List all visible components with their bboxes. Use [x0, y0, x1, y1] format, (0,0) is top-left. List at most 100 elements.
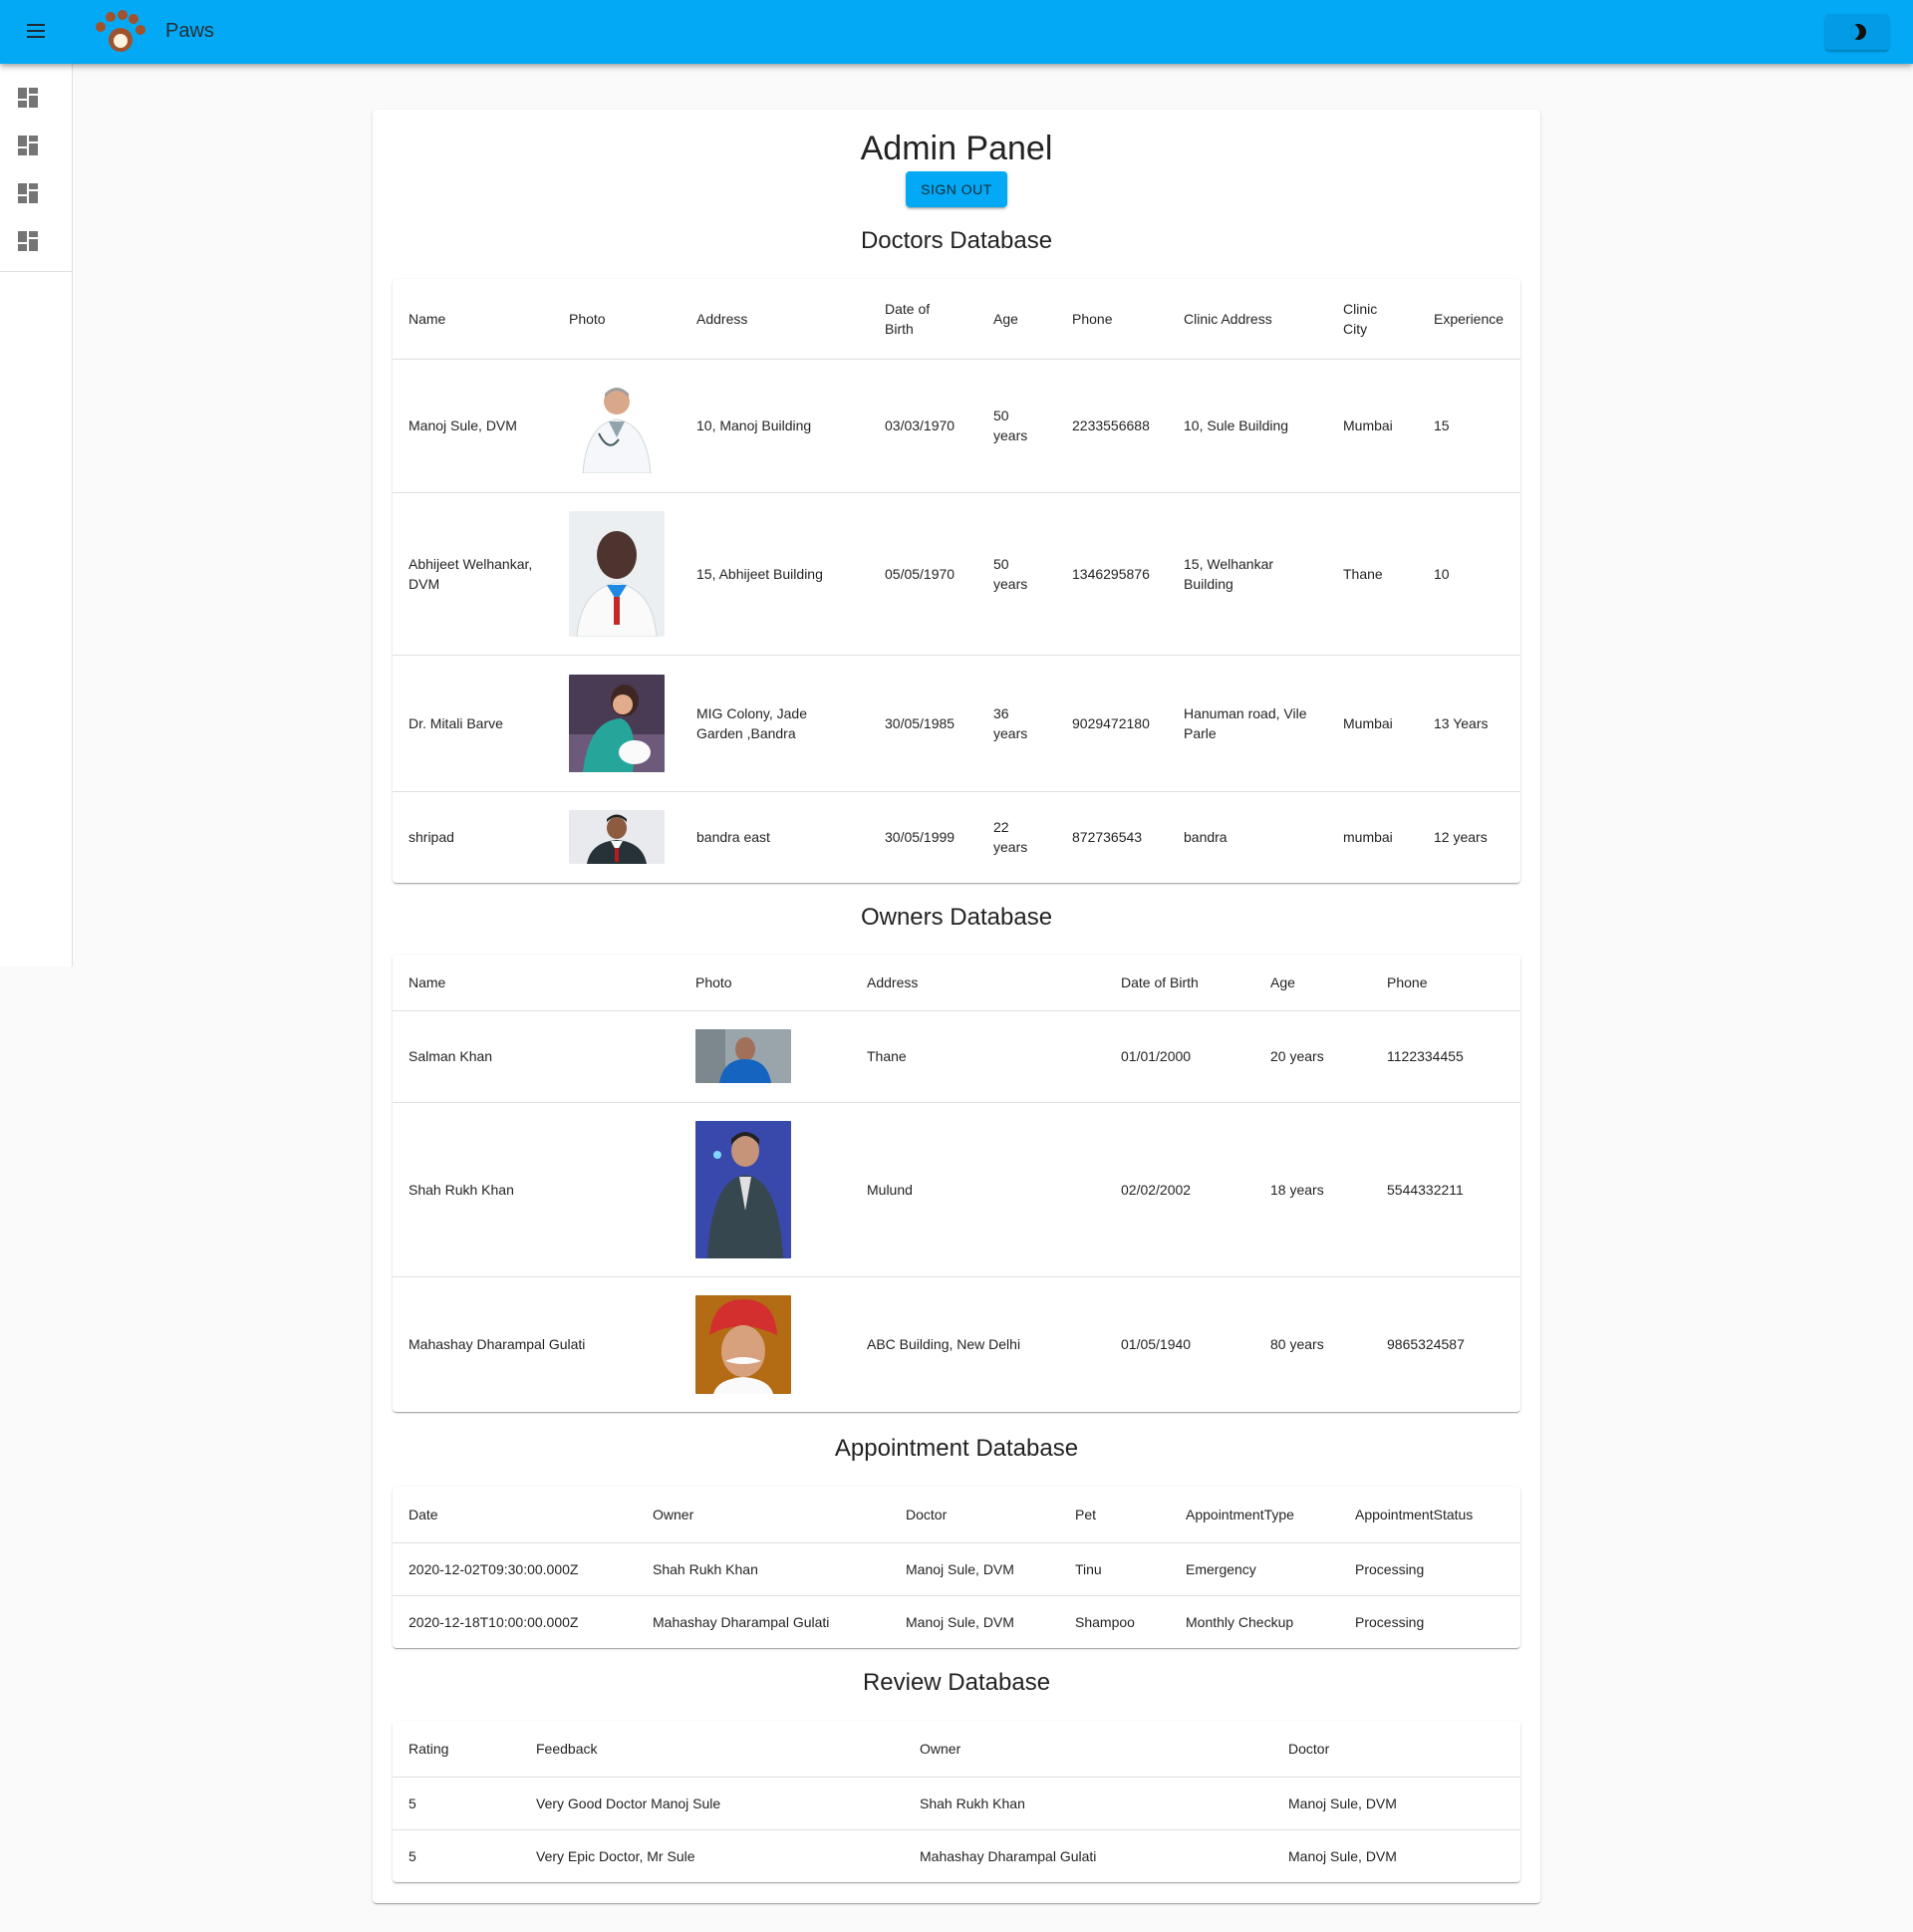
table-row: Shah Rukh Khan Mulund 02/02/2002 18 year… — [393, 1102, 1520, 1277]
table-row: 5 Very Epic Doctor, Mr Sule Mahashay Dha… — [393, 1829, 1520, 1882]
app-title: Paws — [165, 20, 214, 42]
column-header[interactable]: Experience — [1418, 279, 1520, 360]
doctor-dob: 05/05/1970 — [869, 492, 977, 656]
dashboard-icon[interactable] — [18, 136, 38, 155]
doctor-dob: 30/05/1985 — [869, 655, 977, 792]
doctor-experience: 12 years — [1434, 829, 1488, 846]
sign-out-button[interactable]: SIGN OUT — [906, 171, 1007, 207]
reviews-section-title: Review Database — [862, 1669, 1051, 1696]
appointment-owner: Mahashay Dharampal Gulati — [653, 1613, 830, 1630]
column-header[interactable]: Age — [1254, 955, 1371, 1011]
doctor-address: 15, Abhijeet Building — [681, 492, 869, 656]
column-header[interactable]: Phone — [1056, 279, 1168, 360]
owners-section-title: Owners Database — [860, 904, 1053, 931]
page-title: Admin Panel — [860, 130, 1053, 167]
doctor-address: 10, Manoj Building — [681, 359, 869, 493]
owners-table: Name Photo Address Date of Birth Age Pho… — [393, 955, 1520, 1412]
owner-age: 80 years — [1270, 1336, 1324, 1353]
table-row: Manoj Sule, DVM 10, Manoj Building 03/03… — [393, 359, 1520, 493]
doctor-clinic-city: Thane — [1327, 492, 1418, 656]
table-row: Mahashay Dharampal Gulati ABC Building, … — [393, 1276, 1520, 1412]
column-header[interactable]: Name — [393, 279, 553, 360]
doctor-dob: 30/05/1999 — [885, 829, 956, 846]
column-header[interactable]: AppointmentType — [1170, 1487, 1339, 1543]
doctor-clinic-address: Hanuman road, Vile Parle — [1168, 655, 1327, 792]
review-doctor: Manoj Sule, DVM — [1288, 1847, 1397, 1864]
doctor-dob: 03/03/1970 — [869, 359, 977, 493]
column-header[interactable]: Address — [851, 955, 1105, 1011]
column-header[interactable]: Clinic City — [1327, 279, 1418, 360]
drawer-divider — [0, 271, 73, 272]
column-header[interactable]: Address — [681, 279, 869, 360]
doctor-photo — [569, 378, 665, 473]
doctors-table: Name Photo Address Date of Birth Age Pho… — [393, 279, 1520, 883]
doctor-age: 36 years — [977, 655, 1056, 792]
review-rating: 5 — [409, 1847, 416, 1864]
doctor-clinic-city: Mumbai — [1327, 359, 1418, 493]
owner-photo-cell — [680, 1010, 851, 1103]
doctor-phone: 872736543 — [1072, 829, 1143, 846]
column-header[interactable]: Phone — [1371, 955, 1520, 1011]
owner-dob: 01/05/1940 — [1121, 1336, 1192, 1353]
appointments-section-title: Appointment Database — [834, 1435, 1079, 1462]
owner-address: Thane — [851, 1010, 1105, 1103]
doctor-photo-cell — [553, 359, 681, 493]
column-header[interactable]: AppointmentStatus — [1339, 1487, 1520, 1543]
column-header[interactable]: Owner — [637, 1487, 890, 1543]
dashboard-icon[interactable] — [18, 231, 38, 251]
appointment-doctor: Manoj Sule, DVM — [890, 1542, 1059, 1596]
column-header[interactable]: Date — [393, 1487, 637, 1543]
theme-toggle-button[interactable] — [1825, 14, 1889, 50]
column-header[interactable]: Doctor — [1272, 1721, 1520, 1778]
dashboard-icon[interactable] — [18, 88, 38, 108]
appointment-pet: Tinu — [1059, 1542, 1170, 1596]
column-header[interactable]: Pet — [1059, 1487, 1170, 1543]
doctor-name: Manoj Sule, DVM — [393, 359, 553, 493]
table-row: 2020-12-18T10:00:00.000Z Mahashay Dharam… — [393, 1595, 1520, 1648]
column-header[interactable]: Feedback — [520, 1721, 904, 1778]
appointment-date: 2020-12-18T10:00:00.000Z — [409, 1613, 579, 1630]
owner-dob: 01/01/2000 — [1105, 1010, 1254, 1103]
owner-age: 18 years — [1254, 1102, 1371, 1277]
owner-phone: 9865324587 — [1387, 1336, 1465, 1353]
review-rating: 5 — [393, 1777, 520, 1830]
appointment-status: Processing — [1339, 1542, 1520, 1596]
doctor-name: shripad — [409, 829, 454, 846]
owner-name: Shah Rukh Khan — [393, 1102, 680, 1277]
appointment-type: Emergency — [1170, 1542, 1339, 1596]
appointment-type: Monthly Checkup — [1186, 1613, 1294, 1630]
owner-phone: 1122334455 — [1371, 1010, 1520, 1103]
menu-icon[interactable] — [22, 20, 50, 44]
column-header[interactable]: Date of Birth — [1105, 955, 1254, 1011]
review-doctor: Manoj Sule, DVM — [1272, 1777, 1520, 1830]
doctor-experience: 13 Years — [1418, 655, 1520, 792]
owner-name: Mahashay Dharampal Gulati — [409, 1336, 586, 1353]
column-header[interactable]: Photo — [553, 279, 681, 360]
doctor-clinic-city: Mumbai — [1327, 655, 1418, 792]
column-header[interactable]: Photo — [680, 955, 851, 1011]
review-owner: Mahashay Dharampal Gulati — [920, 1847, 1097, 1864]
doctor-name: Abhijeet Welhankar, DVM — [393, 492, 553, 656]
doctor-photo-cell — [553, 655, 681, 792]
column-header[interactable]: Date of Birth — [869, 279, 977, 360]
owner-address: Mulund — [851, 1102, 1105, 1277]
dark-mode-icon — [1850, 24, 1866, 40]
doctor-experience: 15 — [1418, 359, 1520, 493]
column-header[interactable]: Owner — [904, 1721, 1272, 1778]
column-header[interactable]: Age — [977, 279, 1056, 360]
owner-photo-cell — [680, 1102, 851, 1277]
appointment-status: Processing — [1355, 1613, 1425, 1630]
owner-dob: 02/02/2002 — [1105, 1102, 1254, 1277]
dashboard-icon[interactable] — [18, 183, 38, 203]
column-header[interactable]: Rating — [393, 1721, 520, 1778]
column-header[interactable]: Clinic Address — [1168, 279, 1327, 360]
column-header[interactable]: Name — [393, 955, 680, 1011]
doctor-photo-cell — [553, 791, 681, 883]
column-header[interactable]: Doctor — [890, 1487, 1059, 1543]
doctor-address: bandra east — [696, 829, 770, 846]
owner-photo-cell — [680, 1276, 851, 1412]
reviews-table: Rating Feedback Owner Doctor 5 Very Good… — [393, 1721, 1520, 1882]
owner-address: ABC Building, New Delhi — [867, 1336, 1021, 1353]
paw-logo-icon — [96, 10, 145, 52]
doctor-experience: 10 — [1418, 492, 1520, 656]
